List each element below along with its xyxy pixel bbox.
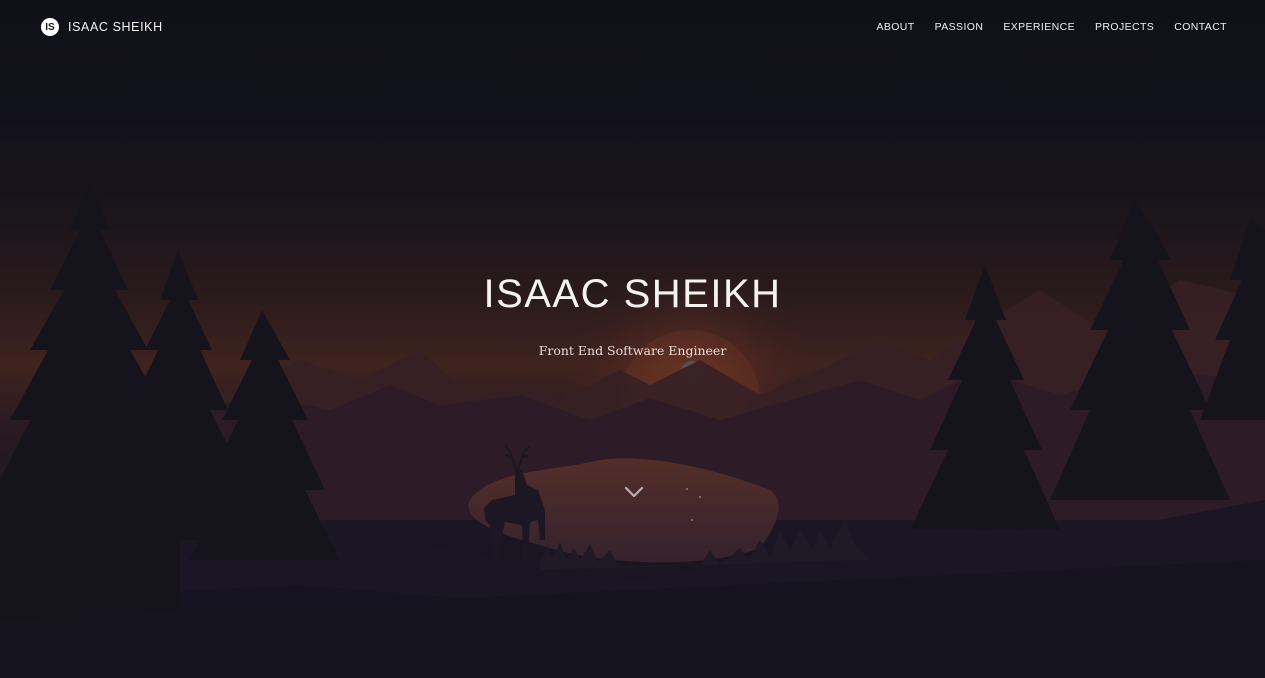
nav-link-experience[interactable]: EXPERIENCE xyxy=(1003,21,1075,33)
logo-icon: IS xyxy=(41,18,59,36)
chevron-down-icon xyxy=(624,486,644,498)
hero-title: ISAAC SHEIKH xyxy=(483,272,782,316)
scroll-down-button[interactable] xyxy=(622,482,646,502)
nav-link-contact[interactable]: CONTACT xyxy=(1174,21,1227,33)
brand-home-link[interactable]: IS ISAAC SHEIKH xyxy=(41,18,163,36)
top-navbar: IS ISAAC SHEIKH ABOUT PASSION EXPERIENCE… xyxy=(0,0,1265,54)
brand-name: ISAAC SHEIKH xyxy=(68,20,163,34)
hero-subtitle: Front End Software Engineer xyxy=(538,343,727,358)
nav-link-projects[interactable]: PROJECTS xyxy=(1095,21,1154,33)
nav-link-about[interactable]: ABOUT xyxy=(876,21,914,33)
nav-links: ABOUT PASSION EXPERIENCE PROJECTS CONTAC… xyxy=(876,21,1227,33)
nav-link-passion[interactable]: PASSION xyxy=(935,21,984,33)
landscape-illustration xyxy=(0,0,1265,678)
hero-section: IS ISAAC SHEIKH ABOUT PASSION EXPERIENCE… xyxy=(0,0,1265,678)
